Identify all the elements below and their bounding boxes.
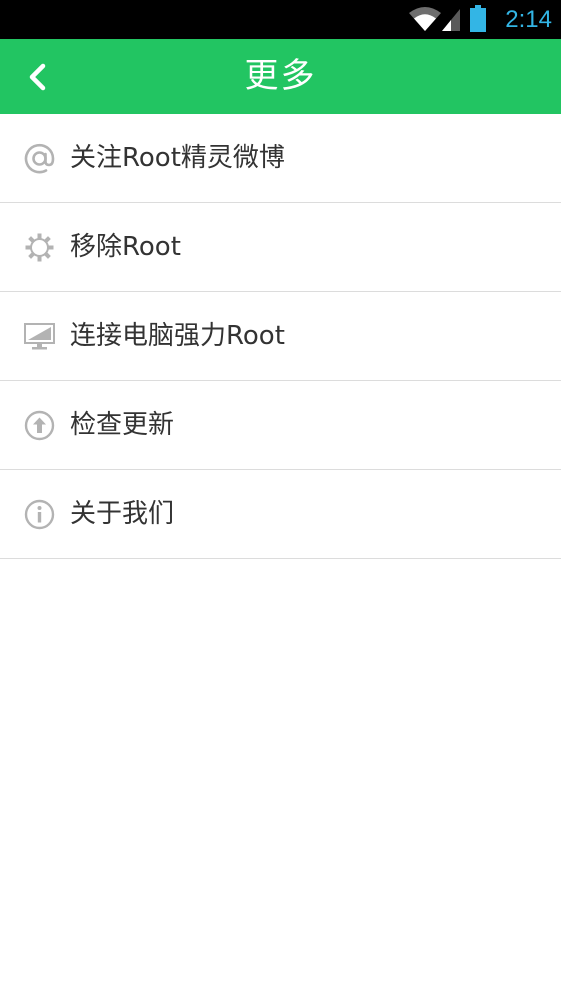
at-sign-icon: [24, 143, 55, 174]
upload-arrow-icon: [24, 410, 55, 441]
menu-item-label: 检查更新: [70, 410, 175, 440]
more-menu-list: 关注Root精灵微博 移除Root 连接电脑强力Root 检查更新 关于我们: [0, 114, 561, 559]
menu-item-label: 关于我们: [70, 499, 175, 529]
page-title: 更多: [244, 56, 317, 96]
gear-icon: [25, 233, 54, 262]
menu-item-label: 移除Root: [70, 232, 181, 262]
menu-item-label: 连接电脑强力Root: [70, 321, 285, 351]
menu-item-pc-connect-root[interactable]: 连接电脑强力Root: [0, 292, 561, 381]
status-bar: 2:14: [0, 0, 561, 39]
menu-item-check-update[interactable]: 检查更新: [0, 381, 561, 470]
wifi-icon: [409, 7, 441, 31]
monitor-icon: [24, 323, 55, 350]
menu-item-follow-weibo[interactable]: 关注Root精灵微博: [0, 114, 561, 203]
menu-item-remove-root[interactable]: 移除Root: [0, 203, 561, 292]
app-header: 更多: [0, 39, 561, 114]
menu-item-about-us[interactable]: 关于我们: [0, 470, 561, 559]
status-clock: 2:14: [505, 6, 552, 33]
info-icon: [24, 499, 55, 530]
battery-icon: [470, 5, 486, 32]
signal-icon: [442, 9, 460, 31]
menu-item-label: 关注Root精灵微博: [70, 143, 285, 173]
